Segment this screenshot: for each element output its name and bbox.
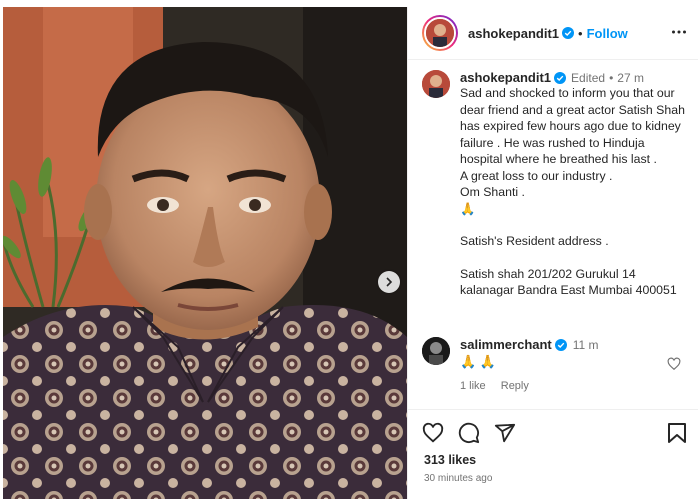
portrait-image bbox=[3, 7, 407, 499]
comment-like-icon[interactable] bbox=[667, 357, 681, 371]
verified-badge-icon bbox=[554, 338, 567, 351]
caption-line: Sad and shocked to inform you that our d… bbox=[460, 86, 685, 166]
separator-dot: • bbox=[609, 70, 614, 85]
heart-icon[interactable] bbox=[422, 422, 444, 444]
more-icon[interactable] bbox=[671, 24, 687, 40]
caption-text: Sad and shocked to inform you that our d… bbox=[460, 85, 687, 299]
bookmark-icon[interactable] bbox=[667, 422, 687, 444]
reply-button[interactable]: Reply bbox=[501, 380, 529, 392]
caption: ashokepandit1 Edited • 27 m Sad and shoc… bbox=[422, 70, 687, 299]
address-title: Satish's Resident address . bbox=[460, 234, 609, 248]
comment: salimmerchant 11 m 🙏 🙏 1 like Reply bbox=[422, 337, 687, 392]
caption-line: Om Shanti . bbox=[460, 185, 525, 199]
commenter-username[interactable]: salimmerchant bbox=[460, 337, 552, 352]
caption-avatar[interactable] bbox=[422, 70, 450, 98]
edited-label: Edited bbox=[571, 70, 606, 85]
caption-line: A great loss to our industry . bbox=[460, 168, 613, 183]
post-timestamp[interactable]: 30 minutes ago bbox=[424, 473, 492, 484]
avatar-image bbox=[422, 337, 450, 365]
avatar-image bbox=[422, 70, 450, 98]
comment-likes[interactable]: 1 like bbox=[460, 380, 486, 392]
prayer-emoji: 🙏 bbox=[460, 201, 476, 216]
commenter-avatar[interactable] bbox=[422, 337, 450, 365]
share-icon[interactable] bbox=[494, 422, 516, 444]
post-side-panel: ashokepandit1 • Follow ashokepandit1 Edi… bbox=[407, 7, 698, 499]
next-photo-button[interactable] bbox=[378, 271, 400, 293]
post-actions: 313 likes 30 minutes ago bbox=[408, 409, 698, 500]
verified-badge-icon bbox=[554, 71, 567, 84]
post-photo bbox=[3, 7, 407, 499]
like-count[interactable]: 313 likes bbox=[424, 453, 476, 467]
avatar-image bbox=[426, 19, 454, 47]
comment-text: 🙏 🙏 bbox=[460, 354, 496, 369]
post-header: ashokepandit1 • Follow bbox=[408, 7, 698, 60]
comment-age: 11 m bbox=[572, 337, 599, 352]
chevron-right-icon bbox=[386, 277, 393, 287]
caption-age: 27 m bbox=[617, 70, 644, 85]
address-text: Satish shah 201/202 Gurukul 14 kalanagar… bbox=[460, 266, 677, 298]
verified-badge-icon bbox=[562, 27, 575, 39]
post-modal: ashokepandit1 • Follow ashokepandit1 Edi… bbox=[0, 0, 698, 499]
author-avatar[interactable] bbox=[422, 15, 458, 51]
separator-dot: • bbox=[578, 25, 583, 41]
caption-username[interactable]: ashokepandit1 bbox=[460, 70, 551, 85]
comment-icon[interactable] bbox=[458, 422, 480, 444]
follow-button[interactable]: Follow bbox=[587, 26, 628, 41]
author-username[interactable]: ashokepandit1 bbox=[468, 26, 559, 41]
